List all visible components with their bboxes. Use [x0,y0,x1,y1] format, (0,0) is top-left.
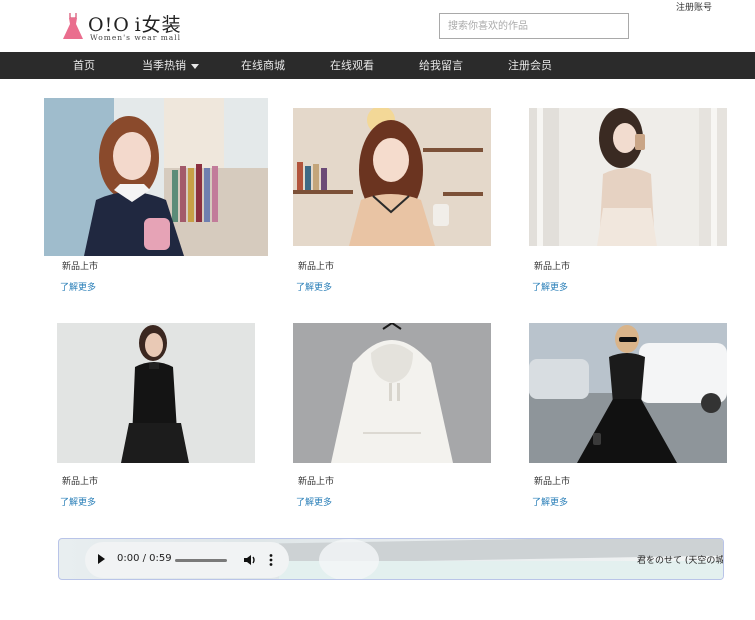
nav-seasonal-hot[interactable]: 当季热销 [142,52,199,79]
caret-down-icon [191,63,199,69]
audio-time: 0:00 / 0:59 [117,553,172,564]
nav-watch-online[interactable]: 在线观看 [330,52,374,79]
search-input[interactable] [439,13,629,39]
product-image-1[interactable] [44,98,268,256]
product-more-link-4[interactable]: 了解更多 [60,495,96,508]
product-title-5: 新品上市 [298,477,335,487]
product-more-link-2[interactable]: 了解更多 [296,280,332,293]
product-title-6: 新品上市 [534,477,571,487]
product-image-2[interactable] [293,108,491,246]
nav-watch-online-label: 在线观看 [330,59,374,72]
product-title-1: 新品上市 [62,262,99,272]
product-title-3: 新品上市 [534,262,571,272]
product-more-link-6[interactable]: 了解更多 [532,495,568,508]
play-icon[interactable] [98,554,105,564]
product-image-3[interactable] [529,108,727,246]
nav-register-member[interactable]: 注册会员 [508,52,552,79]
audio-player: 0:00 / 0:59 [85,542,289,578]
nav-leave-message-label: 给我留言 [419,59,463,72]
product-image-6[interactable] [529,323,727,463]
nav-register-member-label: 注册会员 [508,59,552,72]
nav-seasonal-hot-label: 当季热销 [142,59,186,72]
nav-leave-message[interactable]: 给我留言 [419,52,463,79]
music-bg-glow [319,539,379,579]
product-image-5[interactable] [293,323,491,463]
dress-icon [63,13,83,39]
site-logo[interactable]: O!O i女装 Women's wear mall [62,11,192,45]
audio-progress-slider[interactable] [175,559,227,562]
volume-icon[interactable] [243,553,257,567]
product-more-link-1[interactable]: 了解更多 [60,280,96,293]
product-title-4: 新品上市 [62,477,99,487]
product-more-link-5[interactable]: 了解更多 [296,495,332,508]
nav-home[interactable]: 首页 [73,52,95,79]
site-header: O!O i女装 Women's wear mall 注册账号 [0,0,755,52]
main-nav: 首页 当季热销 在线商城 在线观看 给我留言 注册会员 [0,52,755,79]
nav-online-store[interactable]: 在线商城 [241,52,285,79]
song-marquee: 君をのせて (天空の城 [637,556,724,566]
product-image-4[interactable] [57,323,255,463]
product-more-link-3[interactable]: 了解更多 [532,280,568,293]
music-bar: 0:00 / 0:59 君をのせて (天空の城 [58,538,724,580]
nav-online-store-label: 在线商城 [241,59,285,72]
more-options-icon[interactable] [268,553,274,567]
product-title-2: 新品上市 [298,262,335,272]
nav-home-label: 首页 [73,59,95,72]
brand-subtitle: Women's wear mall [90,33,182,42]
register-account-link[interactable]: 注册账号 [676,0,712,13]
